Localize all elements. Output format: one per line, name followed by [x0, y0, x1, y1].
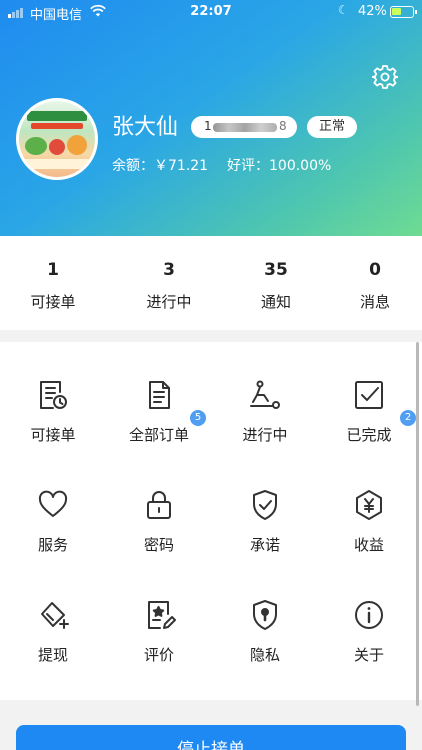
order-clock-icon	[36, 378, 70, 412]
shield-keyhole-icon	[248, 598, 282, 632]
lock-icon	[142, 488, 176, 522]
menu-label: 提现	[37, 646, 68, 664]
card-withdraw-icon	[36, 598, 70, 632]
menu-label: 关于	[353, 646, 384, 664]
menu-password[interactable]: 密码	[106, 452, 212, 562]
count-badge: 5	[190, 410, 206, 426]
battery-percent: 42%	[358, 4, 387, 19]
heart-icon	[36, 488, 70, 522]
menu-label: 服务	[37, 536, 68, 554]
info-circle-icon	[352, 598, 386, 632]
menu-in-progress[interactable]: 进行中	[212, 342, 318, 452]
settings-gear-icon[interactable]	[371, 64, 399, 90]
stat-label: 消息	[359, 293, 390, 311]
menu-completed[interactable]: 已完成 2	[316, 342, 422, 452]
yuan-hexagon-icon	[352, 488, 386, 522]
phone-number-lead: 1	[204, 119, 212, 133]
profile-header: 中国电信 22:07 ☾ 42% 张大仙 1 8 正常 余额：￥71.21 好评…	[0, 0, 422, 236]
menu-all-orders[interactable]: 全部订单 5	[106, 342, 212, 452]
checkbox-done-icon	[352, 378, 386, 412]
stat-available-orders[interactable]: 1 可接单	[0, 236, 106, 330]
menu-withdraw[interactable]: 提现	[0, 562, 106, 672]
balance-text: 余额：￥71.21	[112, 158, 209, 174]
phone-number-tail: 8	[279, 119, 287, 133]
stat-label: 通知	[260, 293, 291, 311]
stats-bar: 1 可接单 3 进行中 35 通知 0 消息	[0, 236, 422, 330]
shield-check-icon	[248, 488, 282, 522]
menu-available-orders[interactable]: 可接单	[0, 342, 106, 452]
star-review-icon	[142, 598, 176, 632]
stat-in-progress[interactable]: 3 进行中	[116, 236, 222, 330]
stat-label: 进行中	[146, 293, 192, 311]
stat-label: 可接单	[30, 293, 76, 311]
phone-number-redacted	[213, 123, 277, 132]
menu-about[interactable]: 关于	[316, 562, 422, 672]
menu-label: 可接单	[30, 426, 76, 444]
stat-value: 1	[47, 260, 59, 280]
avatar-image	[19, 101, 95, 177]
menu-label: 隐私	[249, 646, 280, 664]
stat-notifications[interactable]: 35 通知	[223, 236, 329, 330]
menu-label: 全部订单	[128, 426, 189, 444]
menu-label: 收益	[353, 536, 384, 554]
menu-label: 承诺	[249, 536, 280, 554]
menu-promise[interactable]: 承诺	[212, 452, 318, 562]
account-status-badge: 正常	[307, 116, 357, 138]
delivery-rider-icon	[248, 378, 282, 412]
menu-label: 评价	[143, 646, 174, 664]
battery-icon	[390, 6, 417, 18]
stat-value: 35	[264, 260, 288, 280]
phone-number-pill: 1 8	[191, 116, 297, 138]
menu-label: 进行中	[242, 426, 288, 444]
count-badge: 2	[400, 410, 416, 426]
moon-icon: ☾	[338, 3, 349, 17]
stat-messages[interactable]: 0 消息	[322, 236, 422, 330]
user-name: 张大仙	[112, 115, 179, 140]
menu-privacy[interactable]: 隐私	[212, 562, 318, 672]
menu-service[interactable]: 服务	[0, 452, 106, 562]
avatar[interactable]	[16, 98, 98, 180]
menu-review[interactable]: 评价	[106, 562, 212, 672]
stat-value: 0	[369, 260, 381, 280]
stat-value: 3	[163, 260, 175, 280]
scrollbar[interactable]	[416, 342, 419, 706]
status-bar: 中国电信 22:07 ☾ 42%	[0, 0, 422, 26]
menu-label: 已完成	[346, 426, 392, 444]
menu-label: 密码	[143, 536, 174, 554]
stop-accepting-orders-button[interactable]: 停止接单	[16, 725, 406, 750]
menu-grid: 可接单 全部订单 5 进行中 已完成 2 服务 密码 承诺 收益 提现 评价 隐…	[0, 342, 422, 700]
menu-earnings[interactable]: 收益	[316, 452, 422, 562]
document-list-icon	[142, 378, 176, 412]
rating-text: 好评：100.00%	[227, 158, 332, 174]
